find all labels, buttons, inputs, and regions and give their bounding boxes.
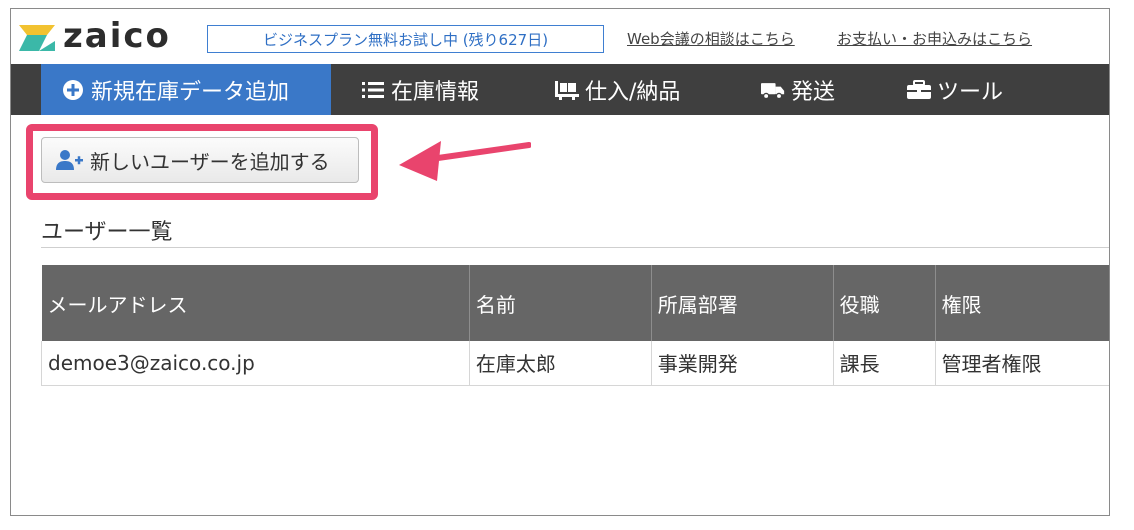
user-plus-icon xyxy=(56,149,84,171)
nav-tools-label: ツール xyxy=(937,79,1004,105)
column-header-position[interactable]: 役職 xyxy=(832,265,936,341)
zaico-logo[interactable]: zaico xyxy=(17,17,189,55)
app-window: zaico ビジネスプラン無料お試し中 (残り627日) Web会議の相談はこち… xyxy=(10,8,1110,516)
web-meeting-link[interactable]: Web会議の相談はこちら xyxy=(627,28,795,49)
main-nav: 新規在庫データ追加 在庫情報 仕入/納品 発送 ツール xyxy=(11,64,1109,115)
nav-add-stock-label: 新規在庫データ追加 xyxy=(91,79,290,105)
cell-email: demoe3@zaico.co.jp xyxy=(41,341,470,386)
pallet-icon xyxy=(555,78,579,102)
column-header-department[interactable]: 所属部署 xyxy=(650,265,834,341)
nav-purchase[interactable]: 仕入/納品 xyxy=(555,64,680,115)
trial-badge[interactable]: ビジネスプラン無料お試し中 (残り627日) xyxy=(207,25,604,53)
list-icon xyxy=(361,78,385,102)
header: zaico ビジネスプラン無料お試し中 (残り627日) Web会議の相談はこち… xyxy=(11,9,1109,65)
cell-permission: 管理者権限 xyxy=(934,341,1109,386)
truck-icon xyxy=(761,78,785,102)
nav-shipping[interactable]: 発送 xyxy=(761,64,835,115)
table-header-row: メールアドレス 名前 所属部署 役職 権限 xyxy=(41,265,1109,341)
column-header-email[interactable]: メールアドレス xyxy=(41,265,470,341)
logo-mark-icon xyxy=(19,25,55,51)
nav-inventory-label: 在庫情報 xyxy=(391,79,480,105)
toolbox-icon xyxy=(907,78,931,102)
nav-shipping-label: 発送 xyxy=(791,79,836,105)
user-list-title: ユーザー一覧 xyxy=(41,220,173,245)
payment-link[interactable]: お支払い・お申込みはこちら xyxy=(837,28,1032,49)
cell-position: 課長 xyxy=(832,341,936,386)
cell-name: 在庫太郎 xyxy=(468,341,652,386)
cell-department: 事業開発 xyxy=(650,341,834,386)
pointer-arrow-icon xyxy=(399,141,531,181)
logo-text: zaico xyxy=(63,16,171,56)
add-user-button[interactable]: 新しいユーザーを追加する xyxy=(41,137,359,183)
user-table: メールアドレス 名前 所属部署 役職 権限 demoe3@zaico.co.jp… xyxy=(41,265,1109,386)
nav-inventory[interactable]: 在庫情報 xyxy=(361,64,479,115)
column-header-name[interactable]: 名前 xyxy=(468,265,652,341)
plus-circle-icon xyxy=(61,78,85,102)
divider xyxy=(41,247,1109,248)
add-user-button-label: 新しいユーザーを追加する xyxy=(90,149,330,174)
nav-tools[interactable]: ツール xyxy=(907,64,1003,115)
nav-add-stock[interactable]: 新規在庫データ追加 xyxy=(41,64,331,115)
column-header-permission[interactable]: 権限 xyxy=(934,265,1109,341)
nav-purchase-label: 仕入/納品 xyxy=(585,79,681,105)
table-row[interactable]: demoe3@zaico.co.jp 在庫太郎 事業開発 課長 管理者権限 xyxy=(41,341,1109,386)
